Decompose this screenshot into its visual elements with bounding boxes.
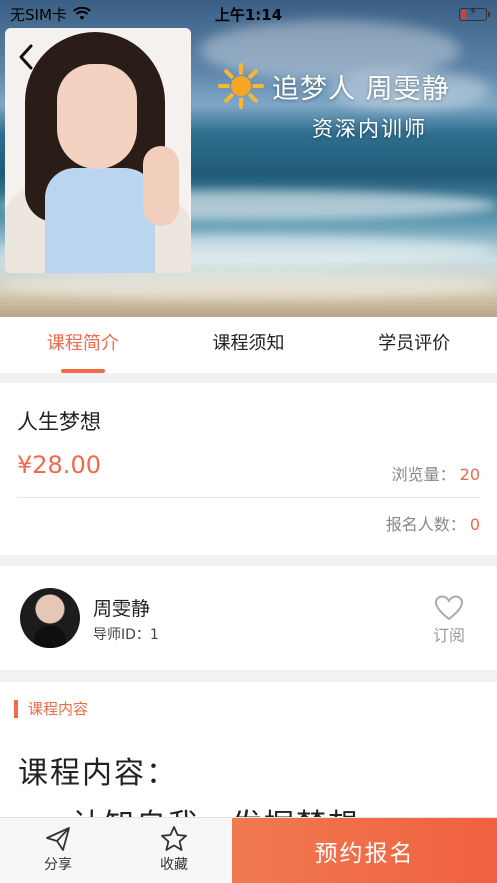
favorite-button[interactable]: 收藏 — [116, 818, 232, 883]
views-stat: 浏览量： 20 — [392, 461, 480, 485]
tutor-avatar[interactable] — [20, 588, 80, 648]
signups-label: 报名人数： — [385, 515, 466, 534]
favorite-label: 收藏 — [160, 857, 188, 873]
share-label: 分享 — [44, 857, 72, 873]
content-heading: 课程内容： — [18, 756, 178, 791]
signups-stat: 报名人数： 0 — [386, 511, 480, 535]
course-title: 人生梦想 — [17, 410, 101, 434]
section-label: 课程内容 — [14, 700, 88, 718]
tab-student-reviews[interactable]: 学员评价 — [331, 317, 497, 373]
wifi-icon — [73, 7, 91, 20]
hero-subtitle: 资深内训师 — [312, 117, 427, 141]
signups-count: 0 — [469, 515, 480, 534]
share-button[interactable]: 分享 — [0, 818, 116, 883]
share-paper-plane-icon — [46, 827, 70, 851]
status-bar: 无SIM卡 上午1:14 ⚡ — [0, 0, 497, 28]
sun-icon — [218, 63, 264, 109]
bottom-action-bar: 分享 收藏 预约报名 — [0, 817, 497, 883]
tab-course-intro[interactable]: 课程简介 — [0, 317, 166, 373]
views-label: 浏览量： — [391, 465, 456, 484]
divider — [17, 497, 480, 498]
tutor-id: 导师ID：1 — [93, 627, 159, 643]
course-price: ¥28.00 — [17, 451, 101, 479]
views-count: 20 — [459, 465, 480, 484]
heart-icon — [434, 595, 464, 621]
hero-banner: 追梦人 周雯静 资深内训师 — [0, 0, 497, 317]
carrier-label: 无SIM卡 — [10, 5, 67, 24]
subscribe-button[interactable]: 订阅 — [429, 594, 469, 646]
hero-title: 追梦人 周雯静 — [218, 63, 450, 109]
back-chevron-icon[interactable] — [16, 42, 44, 74]
hero-title-text: 追梦人 周雯静 — [272, 73, 450, 105]
tab-course-notice[interactable]: 课程须知 — [166, 317, 332, 373]
tutor-name: 周雯静 — [93, 598, 151, 620]
course-info-card: 人生梦想 ¥28.00 浏览量： 20 报名人数： 0 — [0, 383, 497, 555]
star-icon — [161, 826, 187, 851]
battery-low-charging-icon: ⚡ — [459, 5, 490, 21]
subscribe-label: 订阅 — [432, 626, 465, 645]
tab-bar: 课程简介 课程须知 学员评价 — [0, 317, 497, 373]
book-enroll-button[interactable]: 预约报名 — [232, 818, 497, 883]
tutor-card[interactable]: 周雯静 导师ID：1 订阅 — [0, 566, 497, 670]
